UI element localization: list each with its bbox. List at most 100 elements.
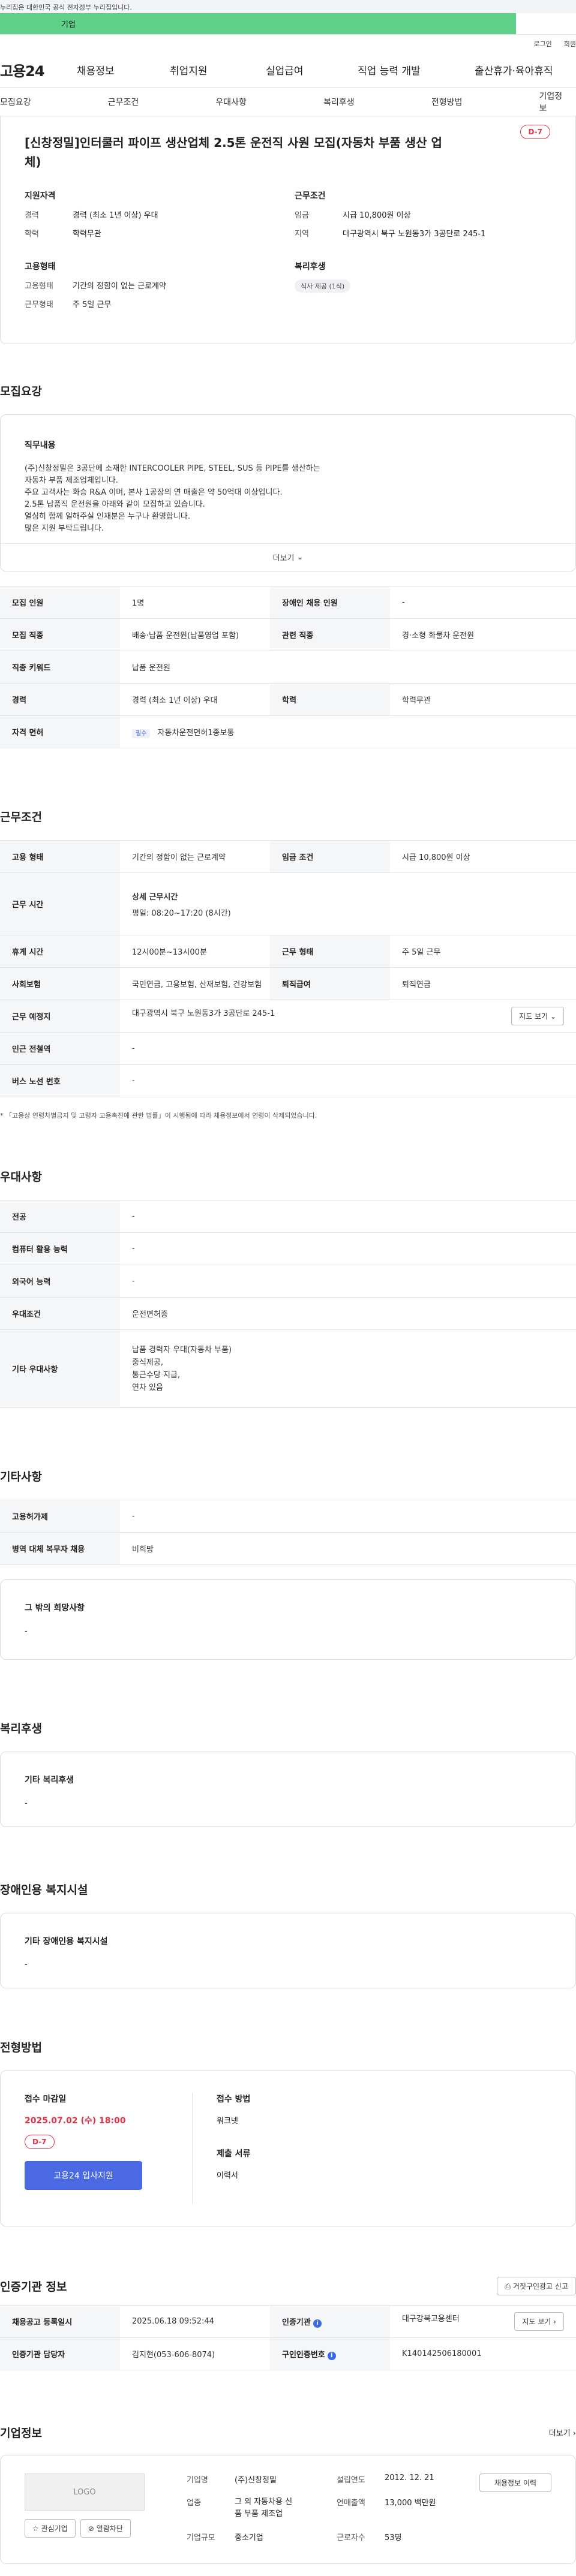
favorite-button[interactable]: ☆ 관심기업 bbox=[25, 2519, 76, 2538]
founded-value: 2012. 12. 21 bbox=[385, 2473, 434, 2482]
wage-label: 임금 bbox=[295, 211, 309, 220]
recruit-table: 모집 인원 1명 장애인 채용 인원 - 모집 직종 배송·납품 운전원(납품영… bbox=[0, 586, 576, 748]
employment-block: 고용형태 고용형태 기간의 정함이 없는 근로계약 근무형태 주 5일 근무 bbox=[25, 260, 295, 317]
gnb-training[interactable]: 직업 능력 개발 bbox=[358, 62, 475, 77]
process-heading: 전형방법 bbox=[0, 2041, 42, 2054]
conditions-heading: 근무조건 bbox=[0, 811, 42, 824]
qualification-block: 지원자격 경력 경력 (최소 1년 이상) 우대 학력 학력무관 bbox=[25, 189, 295, 246]
info-icon[interactable]: i bbox=[327, 2351, 336, 2360]
preference-heading: 우대사항 bbox=[0, 1170, 42, 1184]
company-logo-block: LOGO ☆ 관심기업 ⊘ 열람차단 bbox=[25, 2473, 145, 2545]
workplace-value: 대구광역시 북구 노원동3가 3공단로 245-1 bbox=[132, 1009, 275, 1018]
license-cell: 필수 자동차운전면허1종보통 bbox=[120, 715, 576, 748]
edu-label: 학력 bbox=[25, 230, 39, 239]
staff-value: 53명 bbox=[385, 2533, 402, 2543]
site-logo[interactable]: 고용24 bbox=[0, 59, 77, 80]
sales-label: 연매출액 bbox=[337, 2498, 365, 2508]
gnb-leave[interactable]: 출산휴가·육아휴직 bbox=[475, 62, 553, 77]
etc-section: 기타사항 고용허가제 - 병역 대체 복무자 채용 비희망 그 밖의 희망사항 - bbox=[0, 1468, 576, 1660]
subnav-process[interactable]: 전형방법 bbox=[431, 96, 539, 108]
emptype-label: 고용 형태 bbox=[0, 840, 120, 873]
company-section: 기업정보 더보기 › LOGO ☆ 관심기업 ⊘ 열람차단 기업명 (주)신창정… bbox=[0, 2424, 576, 2564]
inst-value: 대구강북고용센터 bbox=[402, 2315, 460, 2324]
workform-label: 근무형태 bbox=[25, 300, 53, 309]
permit-label: 고용허가제 bbox=[0, 1500, 120, 1533]
info-icon[interactable]: i bbox=[313, 2319, 322, 2328]
workform-value: 주 5일 근무 bbox=[390, 935, 576, 968]
table-row: 직종 키워드 납품 운전원 bbox=[0, 651, 576, 684]
company-name-value: (주)신창정밀 bbox=[235, 2476, 277, 2485]
manager-value: 김지현(053-606-8074) bbox=[120, 2337, 270, 2370]
company-heading: 기업정보 bbox=[0, 2427, 42, 2440]
edu-label: 학력 bbox=[270, 683, 390, 716]
insurance-label: 사회보험 bbox=[0, 967, 120, 1000]
disabled-sub: 기타 장애인용 복지시설 bbox=[25, 1937, 108, 1946]
favorite-label: 관심기업 bbox=[41, 2524, 68, 2533]
section-nav: 모집요강 근무조건 우대사항 복리후생 전형방법 기업정보 bbox=[0, 88, 576, 116]
emptype-value: 기간의 정함이 없는 근로계약 bbox=[73, 282, 166, 291]
keyword-label: 직종 키워드 bbox=[0, 651, 120, 684]
company-more-link[interactable]: 더보기 › bbox=[549, 2427, 576, 2438]
career-label: 경력 bbox=[25, 211, 39, 220]
size-label: 기업규모 bbox=[187, 2533, 215, 2543]
table-row: 기타 우대사항 납품 경력자 우대(자동차 부품) 중식제공, 통근수당 지급, … bbox=[0, 1329, 576, 1408]
company-more-label: 더보기 bbox=[548, 2429, 571, 2438]
recruit-heading: 모집요강 bbox=[0, 385, 42, 398]
disabled-count-label: 장애인 채용 인원 bbox=[270, 586, 390, 619]
subnav-preference[interactable]: 우대사항 bbox=[215, 96, 323, 108]
table-row: 고용허가제 - bbox=[0, 1500, 576, 1533]
agency-section: 인증기관 정보 ⎙ 거짓구인광고 신고 채용공고 등록일시 2025.06.18… bbox=[0, 2277, 576, 2370]
edu-value: 학력무관 bbox=[73, 230, 101, 239]
station-value: - bbox=[120, 1032, 576, 1065]
subnav-conditions[interactable]: 근무조건 bbox=[108, 96, 216, 108]
table-row: 인근 전철역 - bbox=[0, 1032, 576, 1065]
process-section: 전형방법 접수 마감일 2025.07.02 (수) 18:00 D-7 고용2… bbox=[0, 2039, 576, 2226]
block-button[interactable]: ⊘ 열람차단 bbox=[80, 2519, 131, 2538]
login-link[interactable]: 로그인 bbox=[533, 39, 551, 49]
edu-value: 학력무관 bbox=[390, 683, 576, 716]
hiring-history-button[interactable]: 채용정보 이력 bbox=[479, 2473, 551, 2492]
more-button[interactable]: 더보기 ⌄ bbox=[1, 543, 575, 571]
table-row: 자격 면허 필수 자동차운전면허1종보통 bbox=[0, 715, 576, 748]
military-value: 비희망 bbox=[120, 1532, 576, 1565]
agency-table: 채용공고 등록일시 2025.06.18 09:52:44 인증기관 i 대구강북… bbox=[0, 2305, 576, 2370]
emptype-label: 고용형태 bbox=[25, 282, 53, 291]
etc-heading: 기타사항 bbox=[0, 1470, 42, 1483]
tab-company[interactable]: 기업 bbox=[0, 13, 516, 34]
map-button[interactable]: 지도 보기 ⌄ bbox=[511, 1007, 564, 1025]
method-heading: 접수 방법 bbox=[217, 2094, 251, 2104]
subnav-welfare[interactable]: 복리후생 bbox=[323, 96, 431, 108]
gnb-jobs[interactable]: 채용정보 bbox=[77, 62, 170, 77]
preference-section: 우대사항 전공 - 컴퓨터 활용 능력 - 외국어 능력 - 우대조건 운전면허증 기타… bbox=[0, 1168, 576, 1408]
docs-heading: 제출 서류 bbox=[217, 2149, 251, 2159]
required-tag: 필수 bbox=[132, 729, 151, 738]
report-button[interactable]: ⎙ 거짓구인광고 신고 bbox=[497, 2277, 576, 2295]
gnb-employment-support[interactable]: 취업지원 bbox=[170, 62, 266, 77]
founded-label: 설립연도 bbox=[337, 2476, 365, 2485]
report-label: 거짓구인광고 신고 bbox=[512, 2282, 568, 2291]
apply-button[interactable]: 고용24 입사지원 bbox=[25, 2161, 142, 2190]
staff-label: 근로자수 bbox=[337, 2533, 365, 2543]
table-row: 인증기관 담당자 김지현(053-606-8074) 구인인증번호 i K1401… bbox=[0, 2337, 576, 2370]
map-button[interactable]: 지도 보기 › bbox=[514, 2312, 564, 2331]
apply-box: 접수 마감일 2025.07.02 (수) 18:00 D-7 고용24 입사지… bbox=[0, 2071, 576, 2226]
subnav-company[interactable]: 기업정보 bbox=[539, 90, 570, 114]
welfare-value: - bbox=[25, 1799, 28, 1808]
deadline-heading: 접수 마감일 bbox=[25, 2094, 67, 2104]
gnb-unemployment[interactable]: 실업급여 bbox=[266, 62, 358, 77]
conditions-section: 근무조건 고용 형태 기간의 정함이 없는 근로계약 임금 조건 시급 10,8… bbox=[0, 808, 576, 1120]
utility-bar: 로그인 회원 bbox=[0, 35, 576, 53]
wage-value: 시급 10,800원 이상 bbox=[390, 840, 576, 873]
table-row: 모집 직종 배송·납품 운전원(납품영업 포함) 관련 직종 경·소형 화물차 … bbox=[0, 618, 576, 651]
signup-link[interactable]: 회원 bbox=[564, 39, 576, 49]
disabled-value: - bbox=[25, 1960, 28, 1969]
method-block: 접수 방법 워크넷 제출 서류 이력서 bbox=[193, 2093, 250, 2204]
subnav-recruit[interactable]: 모집요강 bbox=[0, 96, 108, 108]
block-icon: ⊘ bbox=[88, 2524, 94, 2533]
license-label: 자격 면허 bbox=[0, 715, 120, 748]
disabled-section: 장애인용 복지시설 기타 장애인용 복지시설 - bbox=[0, 1881, 576, 1988]
military-label: 병역 대체 복무자 채용 bbox=[0, 1532, 120, 1565]
pref-cond-value: 운전면허증 bbox=[120, 1297, 576, 1330]
table-row: 버스 노선 번호 - bbox=[0, 1064, 576, 1097]
region-value: 대구광역시 북구 노원동3가 3공단로 245-1 bbox=[343, 230, 486, 239]
